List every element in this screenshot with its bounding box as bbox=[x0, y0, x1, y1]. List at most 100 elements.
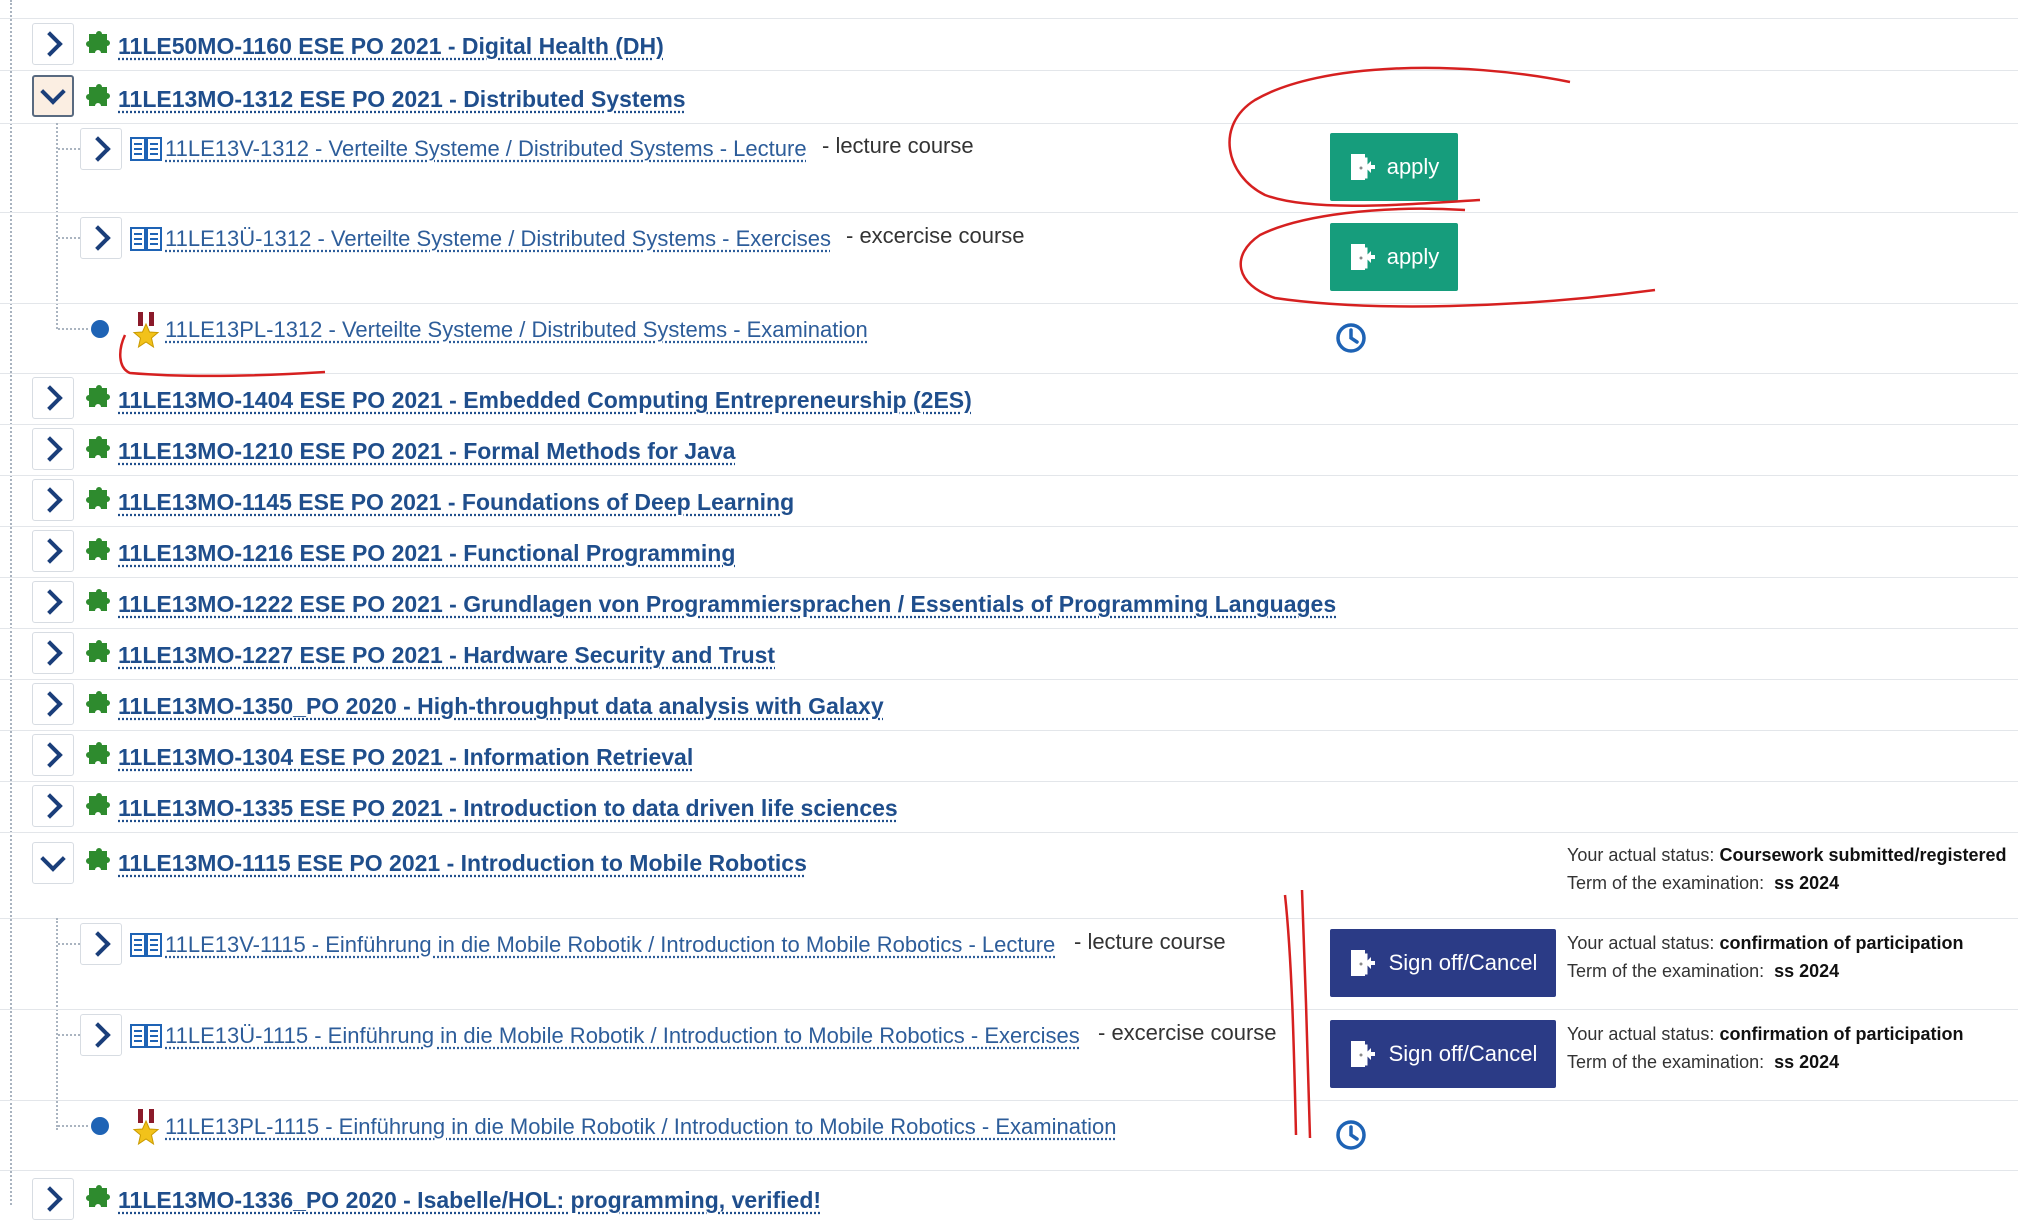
apply-button-label: apply bbox=[1387, 244, 1440, 270]
module-link[interactable]: 11LE13MO-1312 ESE PO 2021 - Distributed … bbox=[118, 86, 686, 113]
course-type-label: - excercise course bbox=[846, 223, 1025, 249]
module-link[interactable]: 11LE13MO-1304 ESE PO 2021 - Information … bbox=[118, 744, 693, 771]
course-row: 11LE13V-1115 - Einführung in die Mobile … bbox=[0, 918, 2018, 1010]
sign-off-button[interactable]: Sign off/Cancel bbox=[1330, 1020, 1556, 1088]
course-link[interactable]: 11LE13V-1312 - Verteilte Systeme / Distr… bbox=[165, 136, 807, 162]
module-row: 11LE13MO-1404 ESE PO 2021 - Embedded Com… bbox=[0, 373, 2018, 425]
chevron-right-icon bbox=[85, 931, 110, 956]
expand-toggle[interactable] bbox=[32, 530, 74, 572]
door-enter-icon bbox=[1349, 152, 1375, 182]
term-label: Term of the examination: bbox=[1567, 873, 1764, 893]
expand-toggle[interactable] bbox=[32, 632, 74, 674]
tree-connector bbox=[58, 1125, 88, 1127]
exam-row: 11LE13PL-1115 - Einführung in die Mobile… bbox=[0, 1100, 2018, 1171]
module-row: 11LE13MO-1312 ESE PO 2021 - Distributed … bbox=[0, 70, 2018, 124]
course-row: 11LE13Ü-1312 - Verteilte Systeme / Distr… bbox=[0, 212, 2018, 304]
module-row: 11LE13MO-1350_PO 2020 - High-throughput … bbox=[0, 679, 2018, 731]
module-link[interactable]: 11LE13MO-1336_PO 2020 - Isabelle/HOL: pr… bbox=[118, 1187, 821, 1214]
module-link[interactable]: 11LE13MO-1222 ESE PO 2021 - Grundlagen v… bbox=[118, 591, 1336, 618]
module-row: 11LE50MO-1160 ESE PO 2021 - Digital Heal… bbox=[0, 19, 2018, 71]
expand-toggle[interactable] bbox=[80, 923, 122, 965]
module-link[interactable]: 11LE13MO-1404 ESE PO 2021 - Embedded Com… bbox=[118, 387, 972, 414]
expand-toggle[interactable] bbox=[32, 377, 74, 419]
chevron-right-icon bbox=[37, 31, 62, 56]
term-value: ss 2024 bbox=[1774, 1052, 1839, 1072]
book-icon bbox=[130, 136, 162, 162]
expand-toggle[interactable] bbox=[80, 1014, 122, 1056]
expand-toggle[interactable] bbox=[32, 581, 74, 623]
course-link[interactable]: 11LE13Ü-1312 - Verteilte Systeme / Distr… bbox=[165, 226, 831, 252]
status-value: confirmation of participation bbox=[1719, 1024, 1963, 1044]
sign-off-button-label: Sign off/Cancel bbox=[1389, 950, 1538, 976]
module-link[interactable]: 11LE13MO-1115 ESE PO 2021 - Introduction… bbox=[118, 850, 807, 877]
module-link[interactable]: 11LE13MO-1210 ESE PO 2021 - Formal Metho… bbox=[118, 438, 735, 465]
exam-link[interactable]: 11LE13PL-1312 - Verteilte Systeme / Dist… bbox=[165, 317, 868, 343]
clock-icon[interactable] bbox=[1335, 322, 1367, 354]
apply-button[interactable]: apply bbox=[1330, 223, 1458, 291]
expand-toggle[interactable] bbox=[32, 683, 74, 725]
door-enter-icon bbox=[1349, 242, 1375, 272]
medal-icon bbox=[132, 1108, 160, 1146]
expand-toggle[interactable] bbox=[32, 23, 74, 65]
status-label: Your actual status: bbox=[1567, 933, 1714, 953]
module-link[interactable]: 11LE13MO-1350_PO 2020 - High-throughput … bbox=[118, 693, 884, 720]
exam-row: 11LE13PL-1312 - Verteilte Systeme / Dist… bbox=[0, 303, 2018, 374]
term-label: Term of the examination: bbox=[1567, 1052, 1764, 1072]
module-puzzle-icon bbox=[82, 538, 112, 568]
tree-connector bbox=[58, 328, 88, 330]
chevron-right-icon bbox=[37, 436, 62, 461]
expand-toggle[interactable] bbox=[32, 1178, 74, 1220]
chevron-right-icon bbox=[37, 793, 62, 818]
book-icon bbox=[130, 226, 162, 252]
module-row: 11LE13MO-1216 ESE PO 2021 - Functional P… bbox=[0, 526, 2018, 578]
book-icon bbox=[130, 932, 162, 958]
course-row: 11LE13V-1312 - Verteilte Systeme / Distr… bbox=[0, 123, 2018, 213]
status-value: confirmation of participation bbox=[1719, 933, 1963, 953]
course-link[interactable]: 11LE13Ü-1115 - Einführung in die Mobile … bbox=[165, 1023, 1080, 1049]
collapse-toggle[interactable] bbox=[32, 842, 74, 884]
apply-button[interactable]: apply bbox=[1330, 133, 1458, 201]
door-exit-icon bbox=[1349, 1039, 1375, 1069]
chevron-right-icon bbox=[37, 589, 62, 614]
status-label: Your actual status: bbox=[1567, 1024, 1714, 1044]
exam-link[interactable]: 11LE13PL-1115 - Einführung in die Mobile… bbox=[165, 1114, 1116, 1140]
expand-toggle[interactable] bbox=[32, 479, 74, 521]
module-puzzle-icon bbox=[82, 31, 112, 61]
module-link[interactable]: 11LE50MO-1160 ESE PO 2021 - Digital Heal… bbox=[118, 33, 664, 60]
tree-connector bbox=[58, 237, 80, 239]
module-link[interactable]: 11LE13MO-1227 ESE PO 2021 - Hardware Sec… bbox=[118, 642, 775, 669]
module-row: 11LE13MO-1335 ESE PO 2021 - Introduction… bbox=[0, 781, 2018, 833]
course-status: Your actual status: confirmation of part… bbox=[1567, 1020, 1963, 1076]
module-puzzle-icon bbox=[82, 742, 112, 772]
sign-off-button-label: Sign off/Cancel bbox=[1389, 1041, 1538, 1067]
term-value: ss 2024 bbox=[1774, 961, 1839, 981]
module-puzzle-icon bbox=[82, 691, 112, 721]
door-exit-icon bbox=[1349, 948, 1375, 978]
collapse-toggle[interactable] bbox=[32, 75, 74, 117]
module-puzzle-icon bbox=[82, 793, 112, 823]
medal-icon bbox=[132, 311, 160, 349]
module-puzzle-icon bbox=[82, 848, 112, 878]
chevron-right-icon bbox=[37, 487, 62, 512]
tree-connector bbox=[58, 148, 80, 150]
module-row: 11LE13MO-1336_PO 2020 - Isabelle/HOL: pr… bbox=[0, 1170, 2018, 1221]
module-link[interactable]: 11LE13MO-1216 ESE PO 2021 - Functional P… bbox=[118, 540, 735, 567]
course-type-label: - excercise course bbox=[1098, 1020, 1277, 1046]
module-row: 11LE13MO-1222 ESE PO 2021 - Grundlagen v… bbox=[0, 577, 2018, 629]
exam-bullet-icon bbox=[91, 1117, 109, 1135]
expand-toggle[interactable] bbox=[80, 217, 122, 259]
module-puzzle-icon bbox=[82, 1185, 112, 1215]
module-link[interactable]: 11LE13MO-1335 ESE PO 2021 - Introduction… bbox=[118, 795, 898, 822]
course-link[interactable]: 11LE13V-1115 - Einführung in die Mobile … bbox=[165, 932, 1055, 958]
exam-bullet-icon bbox=[91, 320, 109, 338]
clock-icon[interactable] bbox=[1335, 1119, 1367, 1151]
expand-toggle[interactable] bbox=[32, 734, 74, 776]
status-value: Coursework submitted/registered bbox=[1719, 845, 2006, 865]
chevron-down-icon bbox=[40, 846, 65, 871]
module-link[interactable]: 11LE13MO-1145 ESE PO 2021 - Foundations … bbox=[118, 489, 794, 516]
sign-off-button[interactable]: Sign off/Cancel bbox=[1330, 929, 1556, 997]
expand-toggle[interactable] bbox=[80, 128, 122, 170]
expand-toggle[interactable] bbox=[32, 785, 74, 827]
expand-toggle[interactable] bbox=[32, 428, 74, 470]
status-label: Your actual status: bbox=[1567, 845, 1714, 865]
